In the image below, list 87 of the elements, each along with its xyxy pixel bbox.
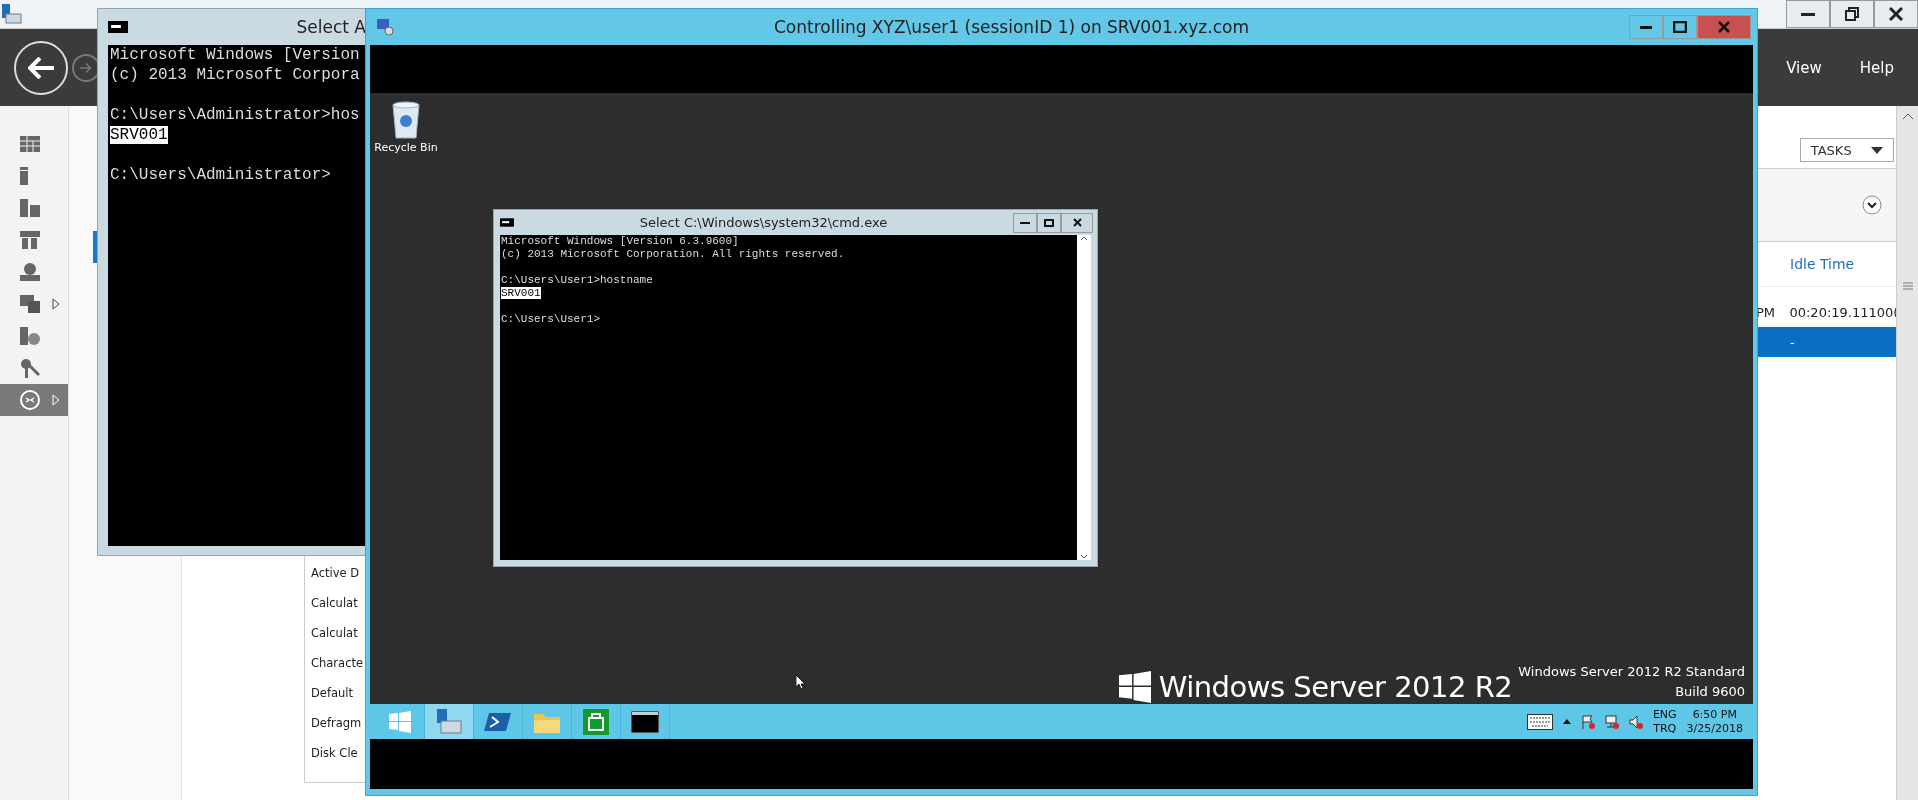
maximize-button[interactable] [1663, 15, 1697, 39]
forward-arrow-icon [80, 61, 92, 74]
menu-item[interactable]: View [1786, 58, 1822, 77]
maximize-icon [1044, 218, 1054, 227]
console-line: (c) 2013 Microsoft Corporation. All rights reserved. [501, 248, 845, 260]
window-title: Controlling XYZ\user1 (sessionID 1) on SRV001.xyz.com [773, 17, 1250, 37]
dashboard-icon [20, 136, 40, 152]
minimize-icon [1801, 12, 1815, 16]
windows-logo-icon [1118, 671, 1151, 703]
scrollbar[interactable] [1896, 106, 1918, 800]
table-cell-text: - [1789, 334, 1795, 350]
restore-icon [1845, 7, 1859, 21]
restore-button[interactable] [1830, 0, 1874, 28]
clock[interactable]: 6:50 PM 3/25/2018 [1686, 707, 1743, 736]
close-button[interactable] [1874, 0, 1918, 28]
mouse-cursor-icon [796, 675, 806, 689]
logo-text: Windows Server 2012 R2 [1158, 670, 1513, 704]
console-line: Microsoft Windows [Version 6.3.9600] [501, 235, 739, 247]
scroll-down-icon [1080, 554, 1088, 560]
scroll-up-icon [1080, 235, 1088, 241]
store-icon [583, 708, 609, 735]
menu-item[interactable]: Characte [305, 648, 368, 678]
server-manager-icon [2, 4, 22, 24]
minimize-icon [1640, 25, 1652, 29]
console-icon [631, 710, 659, 733]
keys-icon [20, 358, 40, 378]
network-icon[interactable] [1604, 714, 1619, 729]
minimize-button[interactable] [1013, 212, 1037, 233]
speaker-icon[interactable] [1628, 714, 1643, 729]
scroll-up-icon [1901, 112, 1914, 120]
menu-item[interactable]: Help [1859, 58, 1894, 77]
close-button[interactable] [1061, 212, 1093, 233]
close-icon [1072, 218, 1082, 227]
flag-icon[interactable] [1580, 714, 1595, 729]
icon-label[interactable]: Recycle Bin [374, 141, 438, 154]
menu-item[interactable]: Calculat [305, 618, 368, 648]
maximize-button[interactable] [1037, 212, 1061, 233]
menu-item[interactable]: Disk Cle [305, 738, 368, 768]
powershell-icon [484, 710, 512, 733]
recycle-bin-icon[interactable] [391, 101, 421, 139]
console-icon [500, 218, 514, 227]
collapse-chevron-icon[interactable] [1862, 195, 1882, 215]
console-line: C:\Users\User1> [501, 313, 601, 325]
close-icon [1889, 7, 1903, 21]
console-line: C:\Users\User1>hostname [501, 274, 653, 286]
back-arrow-icon [28, 56, 54, 79]
selected-text: SRV001 [110, 126, 168, 144]
server-icon [20, 167, 28, 185]
folders-icon [20, 295, 40, 313]
close-button[interactable] [1697, 15, 1751, 39]
window-title: Select A [296, 17, 366, 37]
tray-arrow-icon[interactable] [1562, 719, 1571, 724]
remote-desktop-icon [20, 390, 40, 410]
remote-desktop-icon [376, 18, 394, 36]
tasks-button[interactable]: TASKS [1800, 138, 1894, 162]
server-globe-icon [20, 327, 40, 345]
menu-item[interactable]: Defragm [305, 708, 368, 738]
scroll-grip-icon [1902, 282, 1913, 290]
selected-text: SRV001 [501, 287, 541, 299]
back-button[interactable] [14, 40, 68, 95]
minimize-icon [1020, 221, 1030, 224]
keyboard-icon[interactable] [1526, 713, 1553, 730]
maximize-icon [1673, 21, 1687, 33]
menu-item[interactable]: Active D [305, 558, 368, 588]
console-line: (c) 2013 Microsoft Corpora [110, 66, 360, 84]
console-icon [108, 21, 128, 33]
globe-server-icon [20, 263, 40, 281]
console-line: Microsoft Windows [Version [110, 46, 360, 64]
menu-item[interactable]: Default [305, 678, 368, 708]
table-row[interactable]: - [1756, 327, 1896, 357]
language-indicator[interactable]: ENG TRQ [1652, 707, 1677, 736]
dropdown-icon [1871, 146, 1884, 154]
windows-logo-icon [389, 710, 411, 733]
console-line: C:\Users\Administrator>hos [110, 106, 360, 124]
scrollbar[interactable] [1077, 235, 1091, 560]
servers-icon [20, 199, 40, 217]
sidebar-item[interactable] [0, 384, 68, 416]
menu-item[interactable]: Calculat [305, 588, 368, 618]
cluster-icon [20, 231, 40, 249]
server-manager-icon [435, 708, 463, 735]
minimize-button[interactable] [1629, 15, 1663, 39]
minimize-button[interactable] [1786, 0, 1830, 28]
build-text: Build 9600 [1675, 683, 1745, 701]
window-title: Select C:\Windows\system32\cmd.exe [638, 215, 889, 230]
close-icon [1718, 21, 1730, 33]
edition-text: Windows Server 2012 R2 Standard [1518, 663, 1745, 681]
console-line: C:\Users\Administrator> [110, 166, 331, 184]
